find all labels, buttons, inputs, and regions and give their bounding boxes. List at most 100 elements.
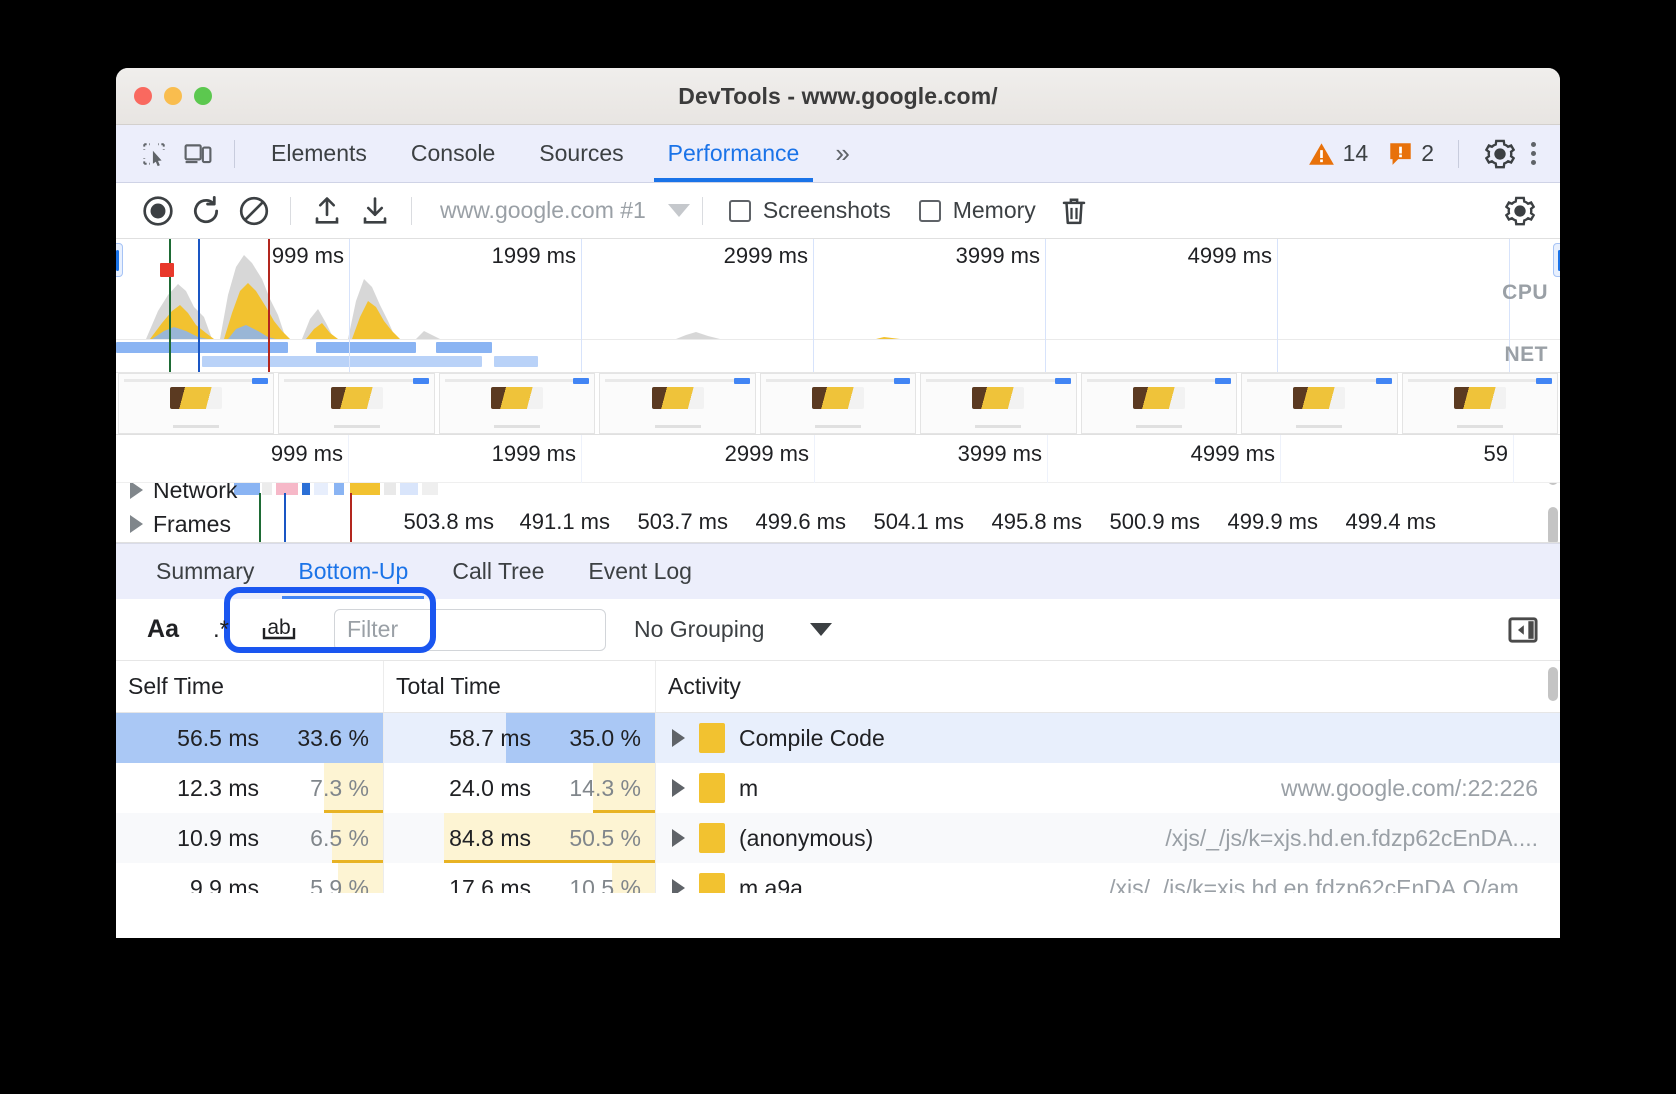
table-row[interactable]: 10.9 ms 6.5 % 84.8 ms 50.5 % (anonymous)… (116, 813, 1560, 863)
activity-url[interactable]: www.google.com/:22:226 (1281, 775, 1560, 802)
activity-color-swatch (699, 773, 725, 803)
reload-and-record-button[interactable] (182, 189, 230, 233)
devtools-window: DevTools - www.google.com/ Elements Cons… (116, 68, 1560, 938)
filmstrip-frame[interactable] (1402, 373, 1558, 434)
cell-total-time: 17.6 ms 10.5 % (384, 863, 656, 893)
inspect-element-icon[interactable] (132, 134, 176, 174)
errors-count: 2 (1421, 140, 1434, 167)
activity-name: Compile Code (739, 725, 885, 752)
save-profile-button[interactable] (351, 189, 399, 233)
cpu-overview-chart[interactable] (116, 239, 1560, 339)
timeline-scrollbar[interactable] (1548, 483, 1558, 541)
chevron-down-icon[interactable] (668, 204, 690, 217)
recording-selector[interactable]: www.google.com #1 (424, 197, 646, 224)
toolbar-divider (234, 140, 235, 168)
column-header-self-time[interactable]: Self Time (116, 661, 384, 712)
filmstrip-frame[interactable] (118, 373, 274, 434)
total-time-pct: 14.3 % (545, 775, 641, 802)
self-time-pct: 33.6 % (273, 725, 369, 752)
filmstrip-frame[interactable] (1081, 373, 1237, 434)
expand-row-icon[interactable] (672, 779, 685, 797)
kebab-menu-icon[interactable] (1527, 142, 1546, 165)
grid-scrollbar-thumb[interactable] (1548, 667, 1558, 701)
timeline-scrollbar-thumb[interactable] (1548, 483, 1558, 485)
column-header-total-time[interactable]: Total Time (384, 661, 656, 712)
more-tabs-icon[interactable]: » (821, 138, 859, 169)
delete-recording-button[interactable] (1050, 189, 1098, 233)
timeline-tick-label: 4999 ms (1191, 441, 1275, 467)
filmstrip-frame[interactable] (439, 373, 595, 434)
network-bar (202, 356, 482, 367)
cell-total-time: 24.0 ms 14.3 % (384, 763, 656, 813)
expand-frames-icon[interactable] (130, 515, 143, 533)
selector-divider (702, 197, 703, 225)
timeline-scrollbar-thumb-lower[interactable] (1548, 507, 1558, 543)
expand-row-icon[interactable] (672, 879, 685, 893)
record-button[interactable] (134, 189, 182, 233)
column-header-activity[interactable]: Activity (656, 661, 1560, 712)
tab-call-tree[interactable]: Call Tree (430, 544, 566, 600)
timeline-overview[interactable]: 999 ms 1999 ms 2999 ms 3999 ms 4999 ms C… (116, 239, 1560, 435)
screenshots-label: Screenshots (763, 197, 891, 224)
timeline-ruler: 999 ms 1999 ms 2999 ms 3999 ms 4999 ms 5… (116, 435, 1560, 483)
tab-sources[interactable]: Sources (517, 125, 645, 182)
filmstrip[interactable] (116, 372, 1560, 434)
settings-button[interactable] (1473, 139, 1527, 169)
screenshots-checkbox-box[interactable] (729, 200, 751, 222)
filmstrip-frame[interactable] (599, 373, 755, 434)
filmstrip-frame[interactable] (760, 373, 916, 434)
expand-row-icon[interactable] (672, 829, 685, 847)
errors-counter[interactable]: 2 (1378, 140, 1444, 167)
activity-url[interactable]: /xjs/_/js/k=xjs.hd.en.fdzp62cEnDA.O/am..… (1109, 875, 1560, 894)
overview-window-right-handle[interactable] (1553, 243, 1560, 277)
show-sidebar-button[interactable] (1500, 610, 1546, 650)
regex-button[interactable]: .* (192, 610, 250, 650)
cell-self-time: 9.9 ms 5.9 % (116, 863, 384, 893)
device-toolbar-icon[interactable] (176, 134, 220, 174)
memory-checkbox-box[interactable] (919, 200, 941, 222)
grouping-selector[interactable]: No Grouping (634, 616, 832, 643)
fmp-marker (350, 493, 352, 542)
table-row[interactable]: 12.3 ms 7.3 % 24.0 ms 14.3 % m www.googl… (116, 763, 1560, 813)
bottom-up-data-grid[interactable]: Self Time Total Time Activity 56.5 ms 33… (116, 661, 1560, 893)
screenshots-checkbox[interactable]: Screenshots (715, 197, 905, 224)
expand-network-icon[interactable] (130, 483, 143, 499)
frame-duration: 499.9 ms (1200, 509, 1318, 535)
chevron-down-icon[interactable] (810, 623, 832, 636)
grid-scrollbar[interactable] (1548, 661, 1558, 841)
whole-word-button[interactable]: ab (250, 610, 308, 650)
tab-console[interactable]: Console (389, 125, 517, 182)
expand-row-icon[interactable] (672, 729, 685, 747)
timeline-tracks[interactable]: Network Frames 503.8 ms491.1 ms503.7 ms4… (116, 483, 1560, 543)
table-row[interactable]: 56.5 ms 33.6 % 58.7 ms 35.0 % Compile Co… (116, 713, 1560, 763)
activity-url[interactable]: /xjs/_/js/k=xjs.hd.en.fdzp62cEnDA.... (1165, 825, 1560, 852)
load-profile-button[interactable] (303, 189, 351, 233)
tab-elements[interactable]: Elements (249, 125, 389, 182)
filter-input[interactable] (334, 609, 606, 651)
track-network[interactable]: Network (116, 483, 1560, 507)
tab-bottom-up[interactable]: Bottom-Up (276, 544, 430, 600)
warnings-counter[interactable]: 14 (1298, 140, 1379, 167)
capture-settings-button[interactable] (1496, 189, 1544, 233)
self-time-ms: 56.5 ms (177, 725, 259, 752)
filmstrip-frame[interactable] (1241, 373, 1397, 434)
memory-checkbox[interactable]: Memory (905, 197, 1050, 224)
activity-color-swatch (699, 873, 725, 893)
tab-summary[interactable]: Summary (134, 544, 276, 600)
svg-text:ab: ab (267, 616, 290, 639)
tab-performance[interactable]: Performance (646, 125, 822, 182)
warnings-count: 14 (1343, 140, 1369, 167)
data-grid-body[interactable]: 56.5 ms 33.6 % 58.7 ms 35.0 % Compile Co… (116, 713, 1560, 893)
filmstrip-frame[interactable] (920, 373, 1076, 434)
total-time-pct: 35.0 % (545, 725, 641, 752)
clear-recording-button[interactable] (230, 189, 278, 233)
table-row[interactable]: 9.9 ms 5.9 % 17.6 ms 10.5 % m.a9a /xjs/_… (116, 863, 1560, 893)
tab-event-log[interactable]: Event Log (566, 544, 714, 600)
overview-window-left-handle[interactable] (116, 243, 123, 277)
self-time-pct: 6.5 % (273, 825, 369, 852)
network-overview-band[interactable] (116, 339, 1560, 373)
filmstrip-frame[interactable] (278, 373, 434, 434)
frame-duration: 495.8 ms (964, 509, 1082, 535)
match-case-button[interactable]: Aa (134, 610, 192, 650)
grouping-value: No Grouping (634, 616, 764, 643)
